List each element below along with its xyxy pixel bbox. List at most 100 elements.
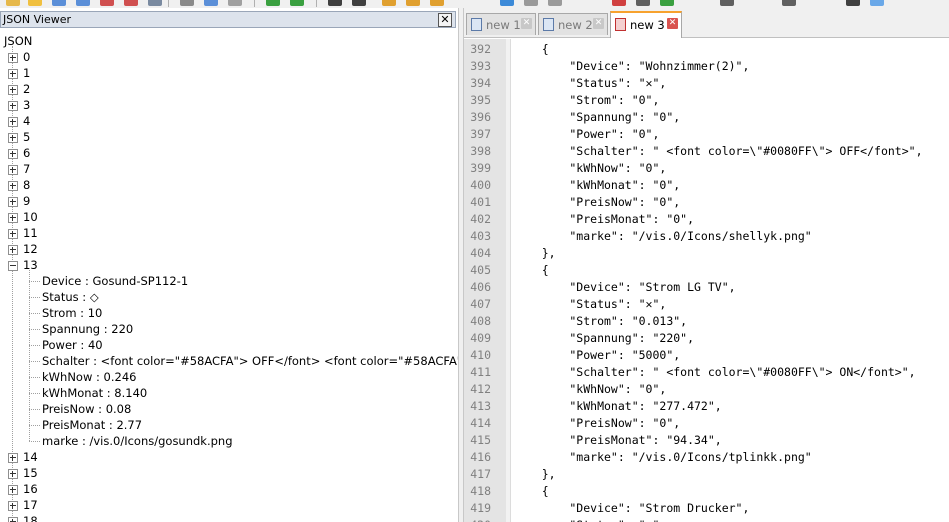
- code-line[interactable]: 416 "marke": "/vis.0/Icons/tplinkk.png": [464, 449, 949, 466]
- code-text[interactable]: "PreisMonat": "94.34",: [514, 433, 721, 447]
- open-folder-icon[interactable]: [28, 0, 42, 6]
- sync-scroll-icon[interactable]: [430, 0, 444, 6]
- code-line[interactable]: 394 "Status": "✕",: [464, 75, 949, 92]
- expand-icon[interactable]: [8, 133, 18, 143]
- code-text[interactable]: "marke": "/vis.0/Icons/tplinkk.png": [514, 450, 811, 464]
- code-text[interactable]: },: [514, 467, 556, 481]
- new-file-icon[interactable]: [6, 0, 20, 6]
- expand-icon[interactable]: [8, 197, 18, 207]
- code-text[interactable]: {: [514, 263, 549, 277]
- code-text[interactable]: },: [514, 246, 556, 260]
- tab-2[interactable]: new 2 ✕: [538, 13, 608, 35]
- code-line[interactable]: 406 "Device": "Strom LG TV",: [464, 279, 949, 296]
- paste-icon[interactable]: [228, 0, 242, 6]
- code-line[interactable]: 403 "marke": "/vis.0/Icons/shellyk.png": [464, 228, 949, 245]
- redo-icon[interactable]: [290, 0, 304, 6]
- code-line[interactable]: 418 {: [464, 483, 949, 500]
- code-line[interactable]: 396 "Spannung": "0",: [464, 109, 949, 126]
- code-line[interactable]: 400 "kWhMonat": "0",: [464, 177, 949, 194]
- code-text[interactable]: "PreisMonat": "0",: [514, 212, 694, 226]
- expand-icon[interactable]: [8, 245, 18, 255]
- cut-icon[interactable]: [180, 0, 194, 6]
- show-all-chars-icon[interactable]: [524, 0, 538, 6]
- code-editor[interactable]: 392 {393 "Device": "Wohnzimmer(2)", 394 "…: [464, 39, 949, 522]
- tab-1[interactable]: new 1 ✕: [466, 13, 536, 35]
- expand-icon[interactable]: [8, 213, 18, 223]
- expand-icon[interactable]: [8, 181, 18, 191]
- code-line[interactable]: 409 "Spannung": "220",: [464, 330, 949, 347]
- macro-record-icon[interactable]: [612, 0, 626, 6]
- replace-icon[interactable]: [352, 0, 366, 6]
- code-line[interactable]: 392 {: [464, 41, 949, 58]
- expand-icon[interactable]: [8, 149, 18, 159]
- code-text[interactable]: "Status": "✕",: [514, 297, 666, 311]
- code-line[interactable]: 405 {: [464, 262, 949, 279]
- expand-icon[interactable]: [8, 453, 18, 463]
- code-line[interactable]: 393 "Device": "Wohnzimmer(2)",: [464, 58, 949, 75]
- code-line[interactable]: 402 "PreisMonat": "0",: [464, 211, 949, 228]
- code-line[interactable]: 399 "kWhNow": "0",: [464, 160, 949, 177]
- expand-icon[interactable]: [8, 117, 18, 127]
- code-text[interactable]: "PreisNow": "0",: [514, 416, 680, 430]
- code-line[interactable]: 397 "Power": "0",: [464, 126, 949, 143]
- code-text[interactable]: "PreisNow": "0",: [514, 195, 680, 209]
- tab-3[interactable]: new 3 ✕: [610, 11, 682, 38]
- code-line[interactable]: 417 },: [464, 466, 949, 483]
- code-line[interactable]: 419 "Device": "Strom Drucker",: [464, 500, 949, 517]
- close-file-icon[interactable]: [100, 0, 114, 6]
- save-all-icon[interactable]: [76, 0, 90, 6]
- tab-close-icon[interactable]: ✕: [593, 18, 604, 29]
- code-text[interactable]: "Power": "5000",: [514, 348, 680, 362]
- panel-close-button[interactable]: ✕: [438, 13, 452, 27]
- collapse-icon[interactable]: [8, 261, 18, 271]
- code-text[interactable]: "kWhNow": "0",: [514, 161, 666, 175]
- code-line[interactable]: 408 "Strom": "0.013",: [464, 313, 949, 330]
- code-text[interactable]: "Spannung": "220",: [514, 331, 694, 345]
- code-text[interactable]: "Spannung": "0",: [514, 110, 680, 124]
- expand-icon[interactable]: [8, 101, 18, 111]
- indent-guide-icon[interactable]: [548, 0, 562, 6]
- copy-icon[interactable]: [204, 0, 218, 6]
- zoom-in-icon[interactable]: [382, 0, 396, 6]
- expand-icon[interactable]: [8, 517, 18, 522]
- undo-icon[interactable]: [266, 0, 280, 6]
- word-wrap-icon[interactable]: [500, 0, 514, 6]
- macro-play-icon[interactable]: [660, 0, 674, 6]
- code-line[interactable]: 404 },: [464, 245, 949, 262]
- code-text[interactable]: {: [514, 484, 549, 498]
- code-line[interactable]: 401 "PreisNow": "0",: [464, 194, 949, 211]
- close-all-icon[interactable]: [124, 0, 138, 6]
- code-text[interactable]: "Schalter": " <font color=\"#0080FF\"> O…: [514, 144, 922, 158]
- code-text[interactable]: "Strom": "0.013",: [514, 314, 687, 328]
- tree-root[interactable]: JSON: [4, 34, 32, 48]
- code-text[interactable]: "marke": "/vis.0/Icons/shellyk.png": [514, 229, 811, 243]
- tab-close-icon[interactable]: ✕: [667, 18, 678, 29]
- print-icon[interactable]: [148, 0, 162, 6]
- expand-icon[interactable]: [8, 53, 18, 63]
- code-line[interactable]: 414 "PreisNow": "0",: [464, 415, 949, 432]
- find-icon[interactable]: [328, 0, 342, 6]
- code-line[interactable]: 395 "Strom": "0",: [464, 92, 949, 109]
- plugin-icon[interactable]: [782, 0, 796, 6]
- spellcheck-icon[interactable]: [720, 0, 734, 6]
- code-text[interactable]: "Device": "Wohnzimmer(2)",: [514, 59, 749, 73]
- expand-icon[interactable]: [8, 469, 18, 479]
- code-line[interactable]: 398 "Schalter": " <font color=\"#0080FF\…: [464, 143, 949, 160]
- json-tool-icon[interactable]: [846, 0, 860, 6]
- json-viewer-toggle-icon[interactable]: [870, 0, 884, 6]
- tab-close-icon[interactable]: ✕: [521, 18, 532, 29]
- code-text[interactable]: "Schalter": " <font color=\"#0080FF\"> O…: [514, 365, 915, 379]
- code-line[interactable]: 410 "Power": "5000",: [464, 347, 949, 364]
- macro-stop-icon[interactable]: [636, 0, 650, 6]
- zoom-out-icon[interactable]: [406, 0, 420, 6]
- code-text[interactable]: "kWhMonat": "277.472",: [514, 399, 721, 413]
- save-icon[interactable]: [52, 0, 66, 6]
- expand-icon[interactable]: [8, 485, 18, 495]
- code-line[interactable]: 415 "PreisMonat": "94.34",: [464, 432, 949, 449]
- code-text[interactable]: "kWhNow": "0",: [514, 382, 666, 396]
- code-text[interactable]: "Status": "✕",: [514, 518, 666, 522]
- code-text[interactable]: "Device": "Strom LG TV",: [514, 280, 735, 294]
- expand-icon[interactable]: [8, 229, 18, 239]
- code-text[interactable]: "Strom": "0",: [514, 93, 659, 107]
- code-text[interactable]: "Power": "0",: [514, 127, 659, 141]
